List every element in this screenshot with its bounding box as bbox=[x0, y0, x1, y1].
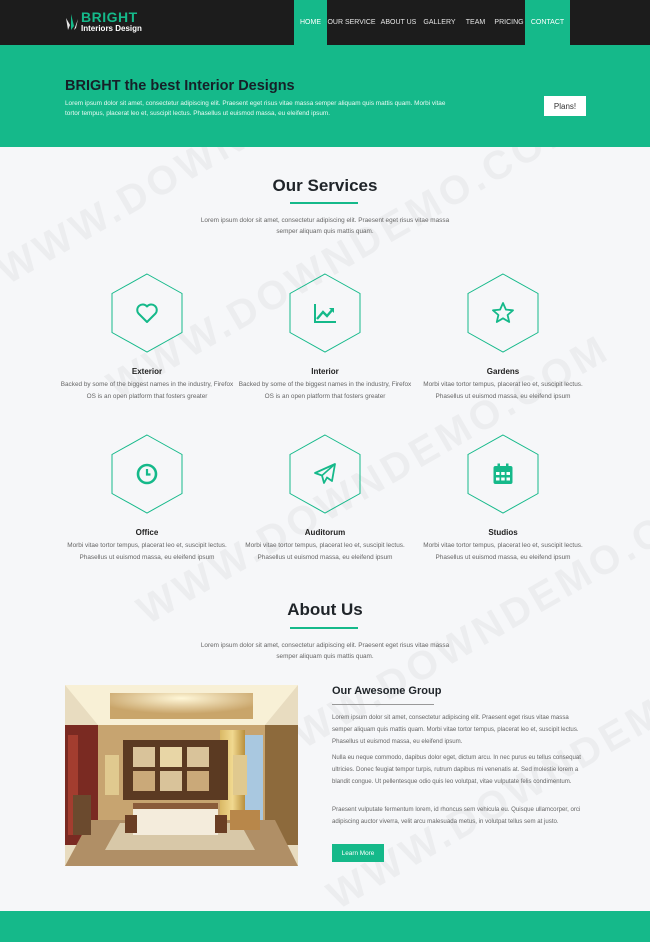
nav-our-service[interactable]: OUR SERVICE bbox=[327, 0, 376, 45]
service-desc: Morbi vitae tortor tempus, placerat leo … bbox=[423, 542, 583, 561]
learn-more-button[interactable]: Learn More bbox=[332, 844, 384, 862]
about-heading: Our Awesome Group bbox=[332, 685, 442, 697]
service-desc: Backed by some of the biggest names in t… bbox=[60, 381, 234, 400]
service-title: Office bbox=[135, 528, 159, 537]
service-card-studios[interactable]: Studios Morbi vitae tortor tempus, place… bbox=[413, 434, 593, 564]
hero-title: BRIGHT the best Interior Designs bbox=[65, 78, 295, 94]
clock-icon bbox=[136, 463, 158, 485]
about-paragraph-2: Nulla eu neque commodo, dapibus dolor eg… bbox=[332, 754, 581, 785]
about-intro: Lorem ipsum dolor sit amet, consectetur … bbox=[200, 642, 450, 660]
services-title: Our Services bbox=[272, 176, 378, 195]
calendar-icon bbox=[493, 463, 513, 484]
service-card-gardens[interactable]: Gardens Morbi vitae tortor tempus, place… bbox=[413, 273, 593, 403]
brand-subtitle: Interiors Design bbox=[81, 24, 142, 33]
hero-banner: BRIGHT the best Interior Designs Lorem i… bbox=[0, 45, 650, 147]
service-desc: Morbi vitae tortor tempus, placerat leo … bbox=[67, 542, 227, 561]
plans-button[interactable]: Plans! bbox=[544, 96, 586, 116]
chart-line-icon bbox=[314, 304, 336, 323]
service-title: Gardens bbox=[486, 367, 520, 376]
service-title: Exterior bbox=[131, 367, 163, 376]
hero-text: Lorem ipsum dolor sit amet, consectetur … bbox=[65, 100, 446, 117]
service-card-office[interactable]: Office Morbi vitae tortor tempus, placer… bbox=[57, 434, 237, 564]
leaf-icon bbox=[66, 13, 78, 30]
nav-home[interactable]: HOME bbox=[294, 0, 327, 45]
service-title: Studios bbox=[488, 528, 518, 537]
navbar: BRIGHT Interiors Design HOME OUR SERVICE… bbox=[0, 0, 650, 45]
heart-icon bbox=[136, 303, 158, 323]
about-paragraph-1: Lorem ipsum dolor sit amet, consectetur … bbox=[332, 714, 579, 745]
about-title: About Us bbox=[287, 600, 363, 619]
service-desc: Morbi vitae tortor tempus, placerat leo … bbox=[245, 542, 405, 561]
nav-about-us[interactable]: ABOUT US bbox=[376, 0, 421, 45]
about-paragraph-3: Praesent vulputate fermentum lorem, id r… bbox=[332, 806, 581, 825]
nav-contact[interactable]: CONTACT bbox=[525, 0, 570, 45]
service-title: Interior bbox=[311, 367, 339, 376]
service-card-auditorum[interactable]: Auditorum Morbi vitae tortor tempus, pla… bbox=[235, 434, 415, 564]
paper-plane-icon bbox=[314, 463, 336, 484]
about-heading-underline bbox=[332, 704, 434, 705]
nav-gallery[interactable]: GALLERY bbox=[421, 0, 458, 45]
about-title-underline bbox=[290, 627, 358, 629]
main-nav: HOME OUR SERVICE ABOUT US GALLERY TEAM P… bbox=[294, 0, 570, 45]
nav-team[interactable]: TEAM bbox=[458, 0, 493, 45]
service-card-exterior[interactable]: Exterior Backed by some of the biggest n… bbox=[57, 273, 237, 403]
service-desc: Backed by some of the biggest names in t… bbox=[238, 381, 412, 400]
nav-pricing[interactable]: PRICING bbox=[493, 0, 525, 45]
service-desc: Morbi vitae tortor tempus, placerat leo … bbox=[423, 381, 583, 400]
services-title-underline bbox=[290, 202, 358, 204]
service-card-interior[interactable]: Interior Backed by some of the biggest n… bbox=[235, 273, 415, 403]
footer-bar bbox=[0, 911, 650, 942]
services-intro: Lorem ipsum dolor sit amet, consectetur … bbox=[200, 217, 450, 235]
logo[interactable]: BRIGHT Interiors Design bbox=[66, 10, 142, 33]
service-title: Auditorum bbox=[304, 528, 346, 537]
bedroom-interior-image bbox=[65, 685, 298, 866]
star-icon bbox=[492, 302, 514, 323]
brand-title: BRIGHT bbox=[81, 9, 138, 25]
